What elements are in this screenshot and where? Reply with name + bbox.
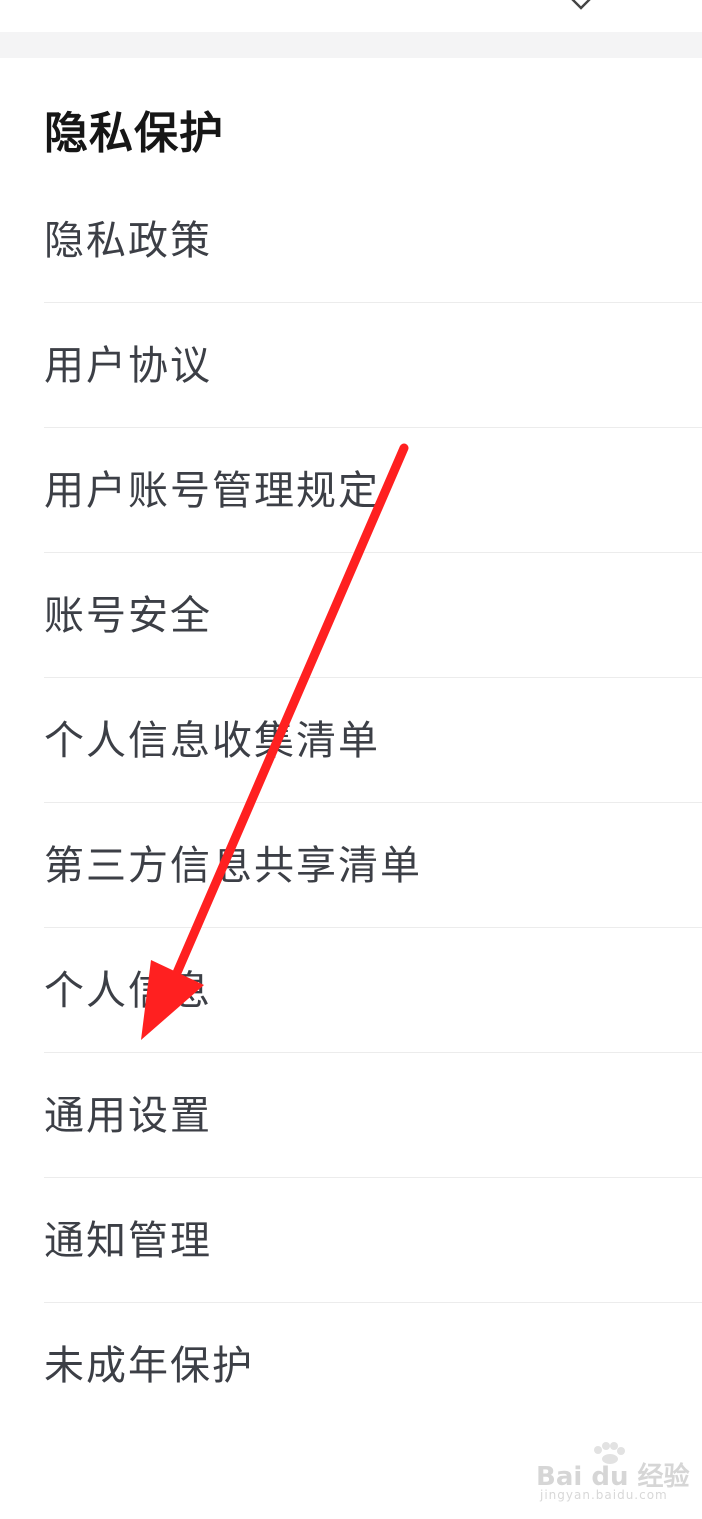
menu-item-label: 隐私政策	[44, 217, 212, 264]
settings-page: 隐私保护 隐私政策 用户协议 用户账号管理规定 账号安全 个人信息收集清单 第三…	[0, 0, 702, 1519]
top-item-strip[interactable]	[0, 0, 702, 32]
privacy-menu-list: 隐私政策 用户协议 用户账号管理规定 账号安全 个人信息收集清单 第三方信息共享…	[0, 178, 702, 1428]
chevron-down-icon	[571, 0, 591, 10]
menu-item-notification-management[interactable]: 通知管理	[0, 1178, 702, 1303]
watermark-url: jingyan.baidu.com	[540, 1488, 668, 1502]
menu-item-label: 个人信息	[44, 967, 212, 1014]
section-title: 隐私保护	[44, 108, 224, 159]
menu-item-third-party-sharing-list[interactable]: 第三方信息共享清单	[0, 803, 702, 928]
menu-item-personal-info[interactable]: 个人信息	[0, 928, 702, 1053]
menu-item-label: 通用设置	[44, 1092, 212, 1139]
menu-item-label: 通知管理	[44, 1217, 212, 1264]
menu-item-minor-protection[interactable]: 未成年保护	[0, 1303, 702, 1428]
menu-item-account-rules[interactable]: 用户账号管理规定	[0, 428, 702, 553]
menu-item-label: 账号安全	[44, 592, 212, 639]
menu-item-account-security[interactable]: 账号安全	[0, 553, 702, 678]
menu-item-general-settings[interactable]: 通用设置	[0, 1053, 702, 1178]
menu-item-label: 第三方信息共享清单	[44, 842, 422, 889]
menu-item-label: 用户协议	[44, 342, 212, 389]
menu-item-info-collection-list[interactable]: 个人信息收集清单	[0, 678, 702, 803]
menu-item-label: 用户账号管理规定	[44, 467, 380, 514]
menu-item-label: 个人信息收集清单	[44, 717, 380, 764]
baidu-watermark: Bai du 经验 jingyan.baidu.com	[536, 1442, 690, 1506]
menu-item-privacy-policy[interactable]: 隐私政策	[0, 178, 702, 303]
menu-item-label: 未成年保护	[44, 1342, 254, 1389]
menu-item-user-agreement[interactable]: 用户协议	[0, 303, 702, 428]
section-separator	[0, 32, 702, 58]
